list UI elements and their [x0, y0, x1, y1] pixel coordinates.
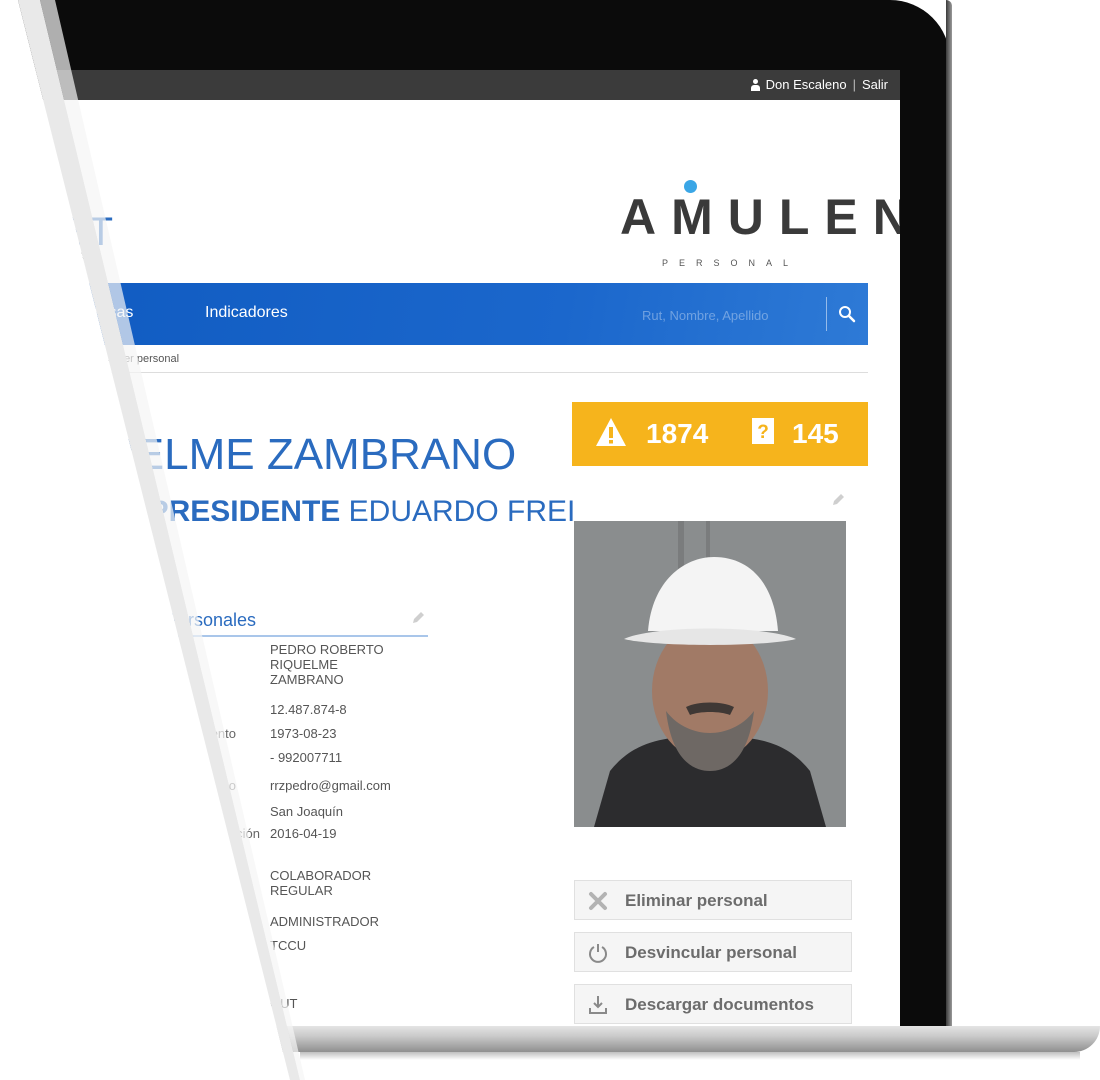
document-icon: ? [752, 418, 774, 444]
breadcrumb: onal > Ver personal [84, 353, 180, 365]
laptop-lid-edge [946, 0, 952, 1032]
amulen-logo[interactable]: AMULEN PERSONAL [620, 168, 900, 278]
warning-icon [596, 418, 626, 446]
field-label: ico [219, 778, 236, 793]
field-area: TCCU [270, 938, 307, 953]
field-label: ación [228, 826, 260, 841]
unlink-personal-button[interactable]: Desvincular personal [574, 932, 852, 972]
field-worker-type: COLABORADOR REGULAR [270, 868, 372, 898]
user-icon [750, 78, 760, 91]
company-name-bold: V.PRESIDENTE [123, 495, 341, 528]
field-role: ADMINISTRADOR [270, 914, 380, 929]
delete-personal-button[interactable]: Eliminar personal [574, 880, 852, 920]
field-shift: OUT [270, 996, 298, 1011]
search-divider [826, 297, 827, 331]
unlink-personal-label: Desvincular personal [625, 943, 797, 962]
field-email: rrzpedro@gmail.com [270, 778, 391, 793]
user-name[interactable]: Don Escaleno [766, 77, 847, 92]
logo-word: AMULEN [620, 189, 900, 245]
pencil-icon[interactable] [830, 492, 846, 508]
field-full-name: PEDRO ROBERTO RIQUELME ZAMBRANO [270, 642, 384, 687]
download-documents-button[interactable]: Descargar documentos [574, 984, 852, 1024]
top-bar: Don Escaleno | Salir [0, 70, 900, 100]
pending-documents-count: 145 [792, 418, 839, 449]
person-name: UELME ZAMBRANO [103, 430, 517, 479]
field-rut: 12.487.874-8 [270, 702, 347, 717]
laptop-base [260, 1026, 1100, 1052]
download-icon [589, 996, 607, 1014]
alerts-panel[interactable]: 1874 ? 145 [572, 402, 868, 466]
person-photo [574, 521, 846, 827]
nav-item-indicadores[interactable]: Indicadores [205, 304, 288, 322]
laptop-screen: Don Escaleno | Salir ET AJO AMULEN PERSO… [0, 70, 900, 1030]
user-menu: Don Escaleno | Salir [750, 77, 888, 92]
laptop-base-shadow [300, 1052, 1080, 1060]
close-icon [589, 892, 607, 910]
search-icon[interactable] [838, 305, 856, 323]
company-name-rest: EDUARDO FREI [348, 495, 576, 528]
delete-personal-label: Eliminar personal [625, 891, 768, 910]
field-phone: - 992007711 [270, 750, 343, 765]
logo-subtitle: PERSONAL [662, 258, 800, 268]
main-nav: mpresas Indicadores [0, 283, 868, 345]
search-input[interactable] [640, 299, 824, 331]
warnings-count: 1874 [646, 418, 709, 449]
company-name: V.PRESIDENTE EDUARDO FREI [123, 495, 575, 529]
topbar-separator: | [852, 77, 856, 92]
field-commune: San Joaquín [270, 804, 344, 819]
field-label: ento [210, 726, 236, 741]
field-start-date: 2016-04-19 [270, 826, 337, 841]
download-documents-label: Descargar documentos [625, 995, 814, 1014]
page-header: ET AJO AMULEN PERSONAL [0, 100, 900, 283]
power-icon [589, 944, 607, 963]
partner-logo-subtext: AJO [64, 250, 90, 262]
section-title-personales: Personales [166, 610, 257, 630]
pencil-icon[interactable] [410, 610, 426, 626]
field-birth-date: 1973-08-23 [270, 726, 337, 741]
logout-link[interactable]: Salir [862, 77, 888, 92]
breadcrumb-divider [60, 372, 868, 373]
section-divider [160, 635, 428, 637]
partner-logo-text: ET [60, 210, 116, 254]
nav-item-empresas[interactable]: mpresas [72, 304, 133, 322]
laptop-bezel: Don Escaleno | Salir ET AJO AMULEN PERSO… [0, 0, 950, 1032]
